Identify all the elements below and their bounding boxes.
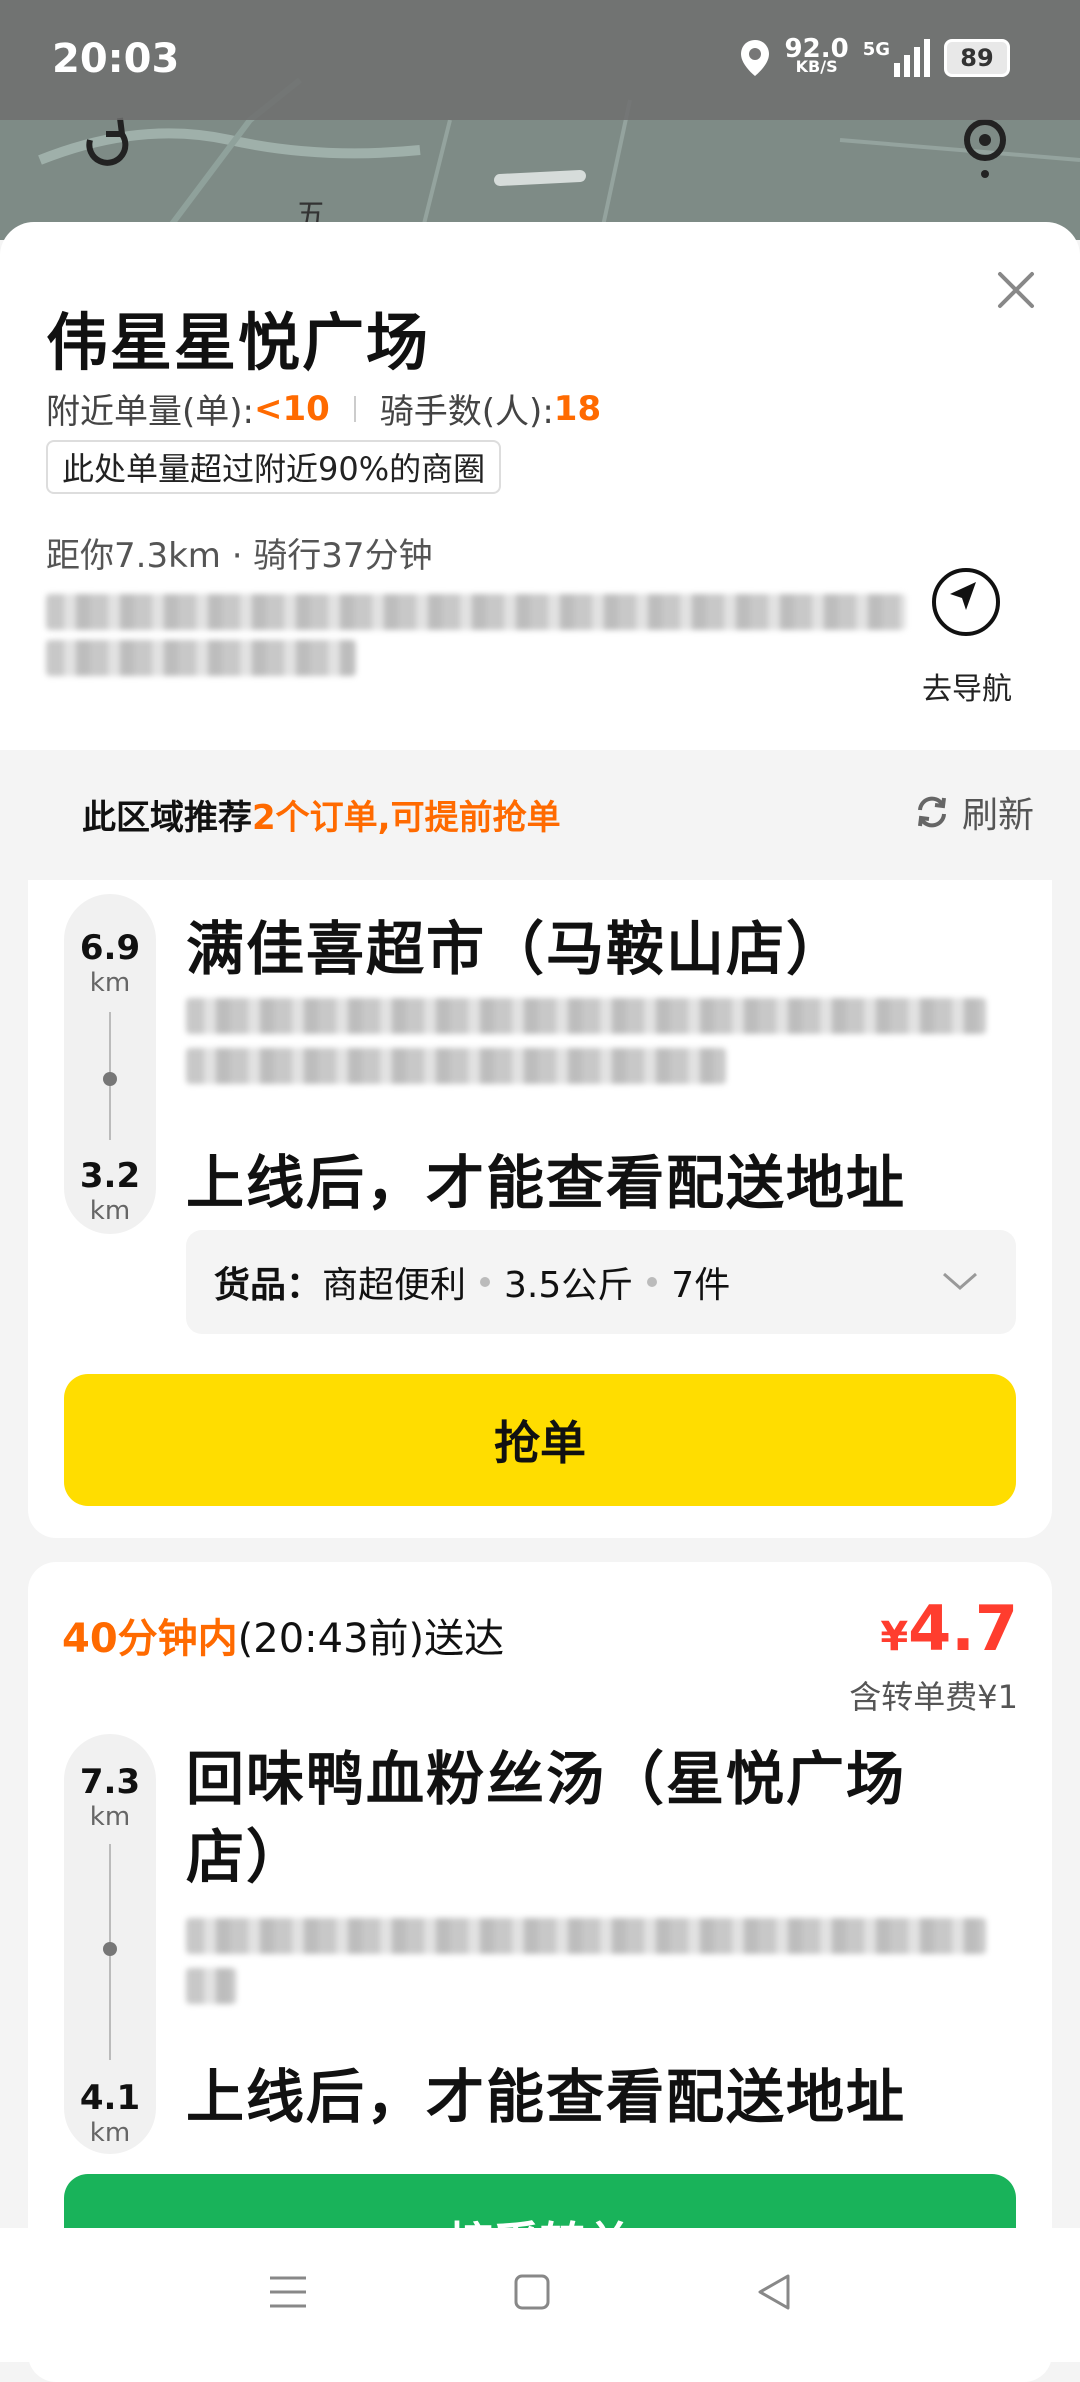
navigate-button[interactable]: 去导航 bbox=[912, 562, 1022, 707]
store-name: 满佳喜超市（马鞍山店） bbox=[186, 915, 847, 983]
nearby-orders-value: <10 bbox=[253, 388, 330, 429]
track-dot bbox=[103, 1072, 117, 1086]
shop-title: 伟星星悦广场 bbox=[46, 306, 431, 379]
home-icon[interactable] bbox=[512, 2272, 552, 2316]
separator-dot bbox=[647, 1277, 658, 1287]
dropoff-distance: 3.2 bbox=[79, 1156, 141, 1196]
delivery-time: 40分钟内(20:43前)送达 bbox=[62, 1606, 504, 1664]
pickup-distance: 6.9 bbox=[79, 928, 141, 968]
store-name: 回味鸭血粉丝汤（星悦广场店） bbox=[186, 1745, 907, 1891]
km-unit: km bbox=[89, 1802, 131, 1832]
store-address-redacted bbox=[186, 1048, 726, 1084]
track-line bbox=[109, 1012, 111, 1102]
order-price: ¥4.7 bbox=[880, 1592, 1018, 1665]
battery-icon: 89 bbox=[944, 39, 1010, 77]
refresh-button[interactable]: 刷新 bbox=[912, 786, 1034, 838]
separator-dot bbox=[480, 1277, 491, 1287]
goods-category: 商超便利 bbox=[322, 1265, 467, 1306]
stats-row: 附近单量(单): <10 骑手数(人): 18 bbox=[46, 384, 601, 433]
net-speed: 92.0 KB/S bbox=[784, 34, 849, 76]
recommend-highlight: 2个订单,可提前抢单 bbox=[252, 798, 561, 838]
distance-track: 7.3 km 4.1 km bbox=[64, 1734, 156, 2154]
goods-count: 7件 bbox=[671, 1265, 731, 1306]
riders-label: 骑手数(人): bbox=[379, 392, 554, 432]
goods-label: 货品： bbox=[214, 1265, 323, 1306]
track-line bbox=[109, 1090, 111, 1140]
km-unit: km bbox=[89, 1196, 131, 1226]
recommend-header: 此区域推荐2个订单,可提前抢单 bbox=[82, 790, 561, 839]
address-redacted bbox=[46, 640, 356, 676]
riders-value: 18 bbox=[553, 388, 602, 429]
chevron-down-icon bbox=[943, 1272, 977, 1290]
goods-weight: 3.5公斤 bbox=[504, 1265, 634, 1306]
navigate-label: 去导航 bbox=[922, 672, 1012, 707]
delivery-address-locked: 上线后，才能查看配送地址 bbox=[186, 2063, 907, 2131]
signal-icon: 5G bbox=[863, 39, 930, 77]
track-line bbox=[109, 1960, 111, 2060]
recommend-prefix: 此区域推荐 bbox=[82, 798, 252, 838]
pickup-distance: 7.3 bbox=[79, 1762, 141, 1802]
price-value: 4.7 bbox=[908, 1592, 1018, 1665]
refresh-label: 刷新 bbox=[961, 795, 1034, 836]
track-dot bbox=[103, 1942, 117, 1956]
km-unit: km bbox=[89, 968, 131, 998]
order-card[interactable]: 6.9 km 3.2 km 满佳喜超市（马鞍山店） 上线后，才能查看配送地址 货… bbox=[28, 880, 1052, 1538]
goods-summary[interactable]: 货品： 商超便利 3.5公斤 7件 bbox=[186, 1230, 1016, 1334]
map-locate-icon[interactable] bbox=[950, 110, 1020, 180]
status-clock: 20:03 bbox=[52, 36, 180, 82]
map-refresh-icon[interactable] bbox=[70, 110, 140, 180]
location-icon bbox=[740, 40, 769, 76]
km-unit: km bbox=[89, 2118, 131, 2148]
navigation-arrow-icon bbox=[932, 568, 1000, 636]
distance-track: 6.9 km 3.2 km bbox=[64, 894, 156, 1234]
back-icon[interactable] bbox=[754, 2272, 794, 2316]
close-icon[interactable] bbox=[992, 266, 1040, 314]
grab-order-button[interactable]: 抢单 bbox=[64, 1374, 1016, 1506]
status-icons: 92.0 KB/S 5G 89 bbox=[739, 34, 1010, 78]
deliver-before: (20:43前)送达 bbox=[237, 1616, 505, 1662]
popularity-badge: 此处单量超过附近90%的商圈 bbox=[46, 440, 502, 494]
status-bar: 20:03 92.0 KB/S 5G 89 bbox=[0, 0, 1080, 120]
dropoff-distance: 4.1 bbox=[79, 2078, 141, 2118]
store-address-redacted bbox=[186, 1968, 236, 2004]
nearby-orders-label: 附近单量(单): bbox=[46, 392, 254, 432]
store-address-redacted bbox=[186, 998, 986, 1034]
divider bbox=[353, 395, 356, 422]
refresh-icon bbox=[917, 796, 946, 828]
menu-icon[interactable] bbox=[266, 2272, 310, 2316]
distance-info: 距你7.3km · 骑行37分钟 bbox=[46, 536, 433, 576]
store-address-redacted bbox=[186, 1918, 986, 1954]
deliver-within: 40分钟内 bbox=[62, 1616, 238, 1662]
transfer-fee: 含转单费¥1 bbox=[849, 1678, 1018, 1716]
location-sheet: 伟星星悦广场 附近单量(单): <10 骑手数(人): 18 此处单量超过附近9… bbox=[0, 222, 1080, 750]
currency-symbol: ¥ bbox=[880, 1614, 909, 1660]
sheet-drag-handle[interactable] bbox=[0, 172, 1080, 212]
address-redacted bbox=[46, 594, 906, 630]
delivery-address-locked: 上线后，才能查看配送地址 bbox=[186, 1149, 907, 1217]
system-nav-bar bbox=[0, 2228, 1080, 2362]
